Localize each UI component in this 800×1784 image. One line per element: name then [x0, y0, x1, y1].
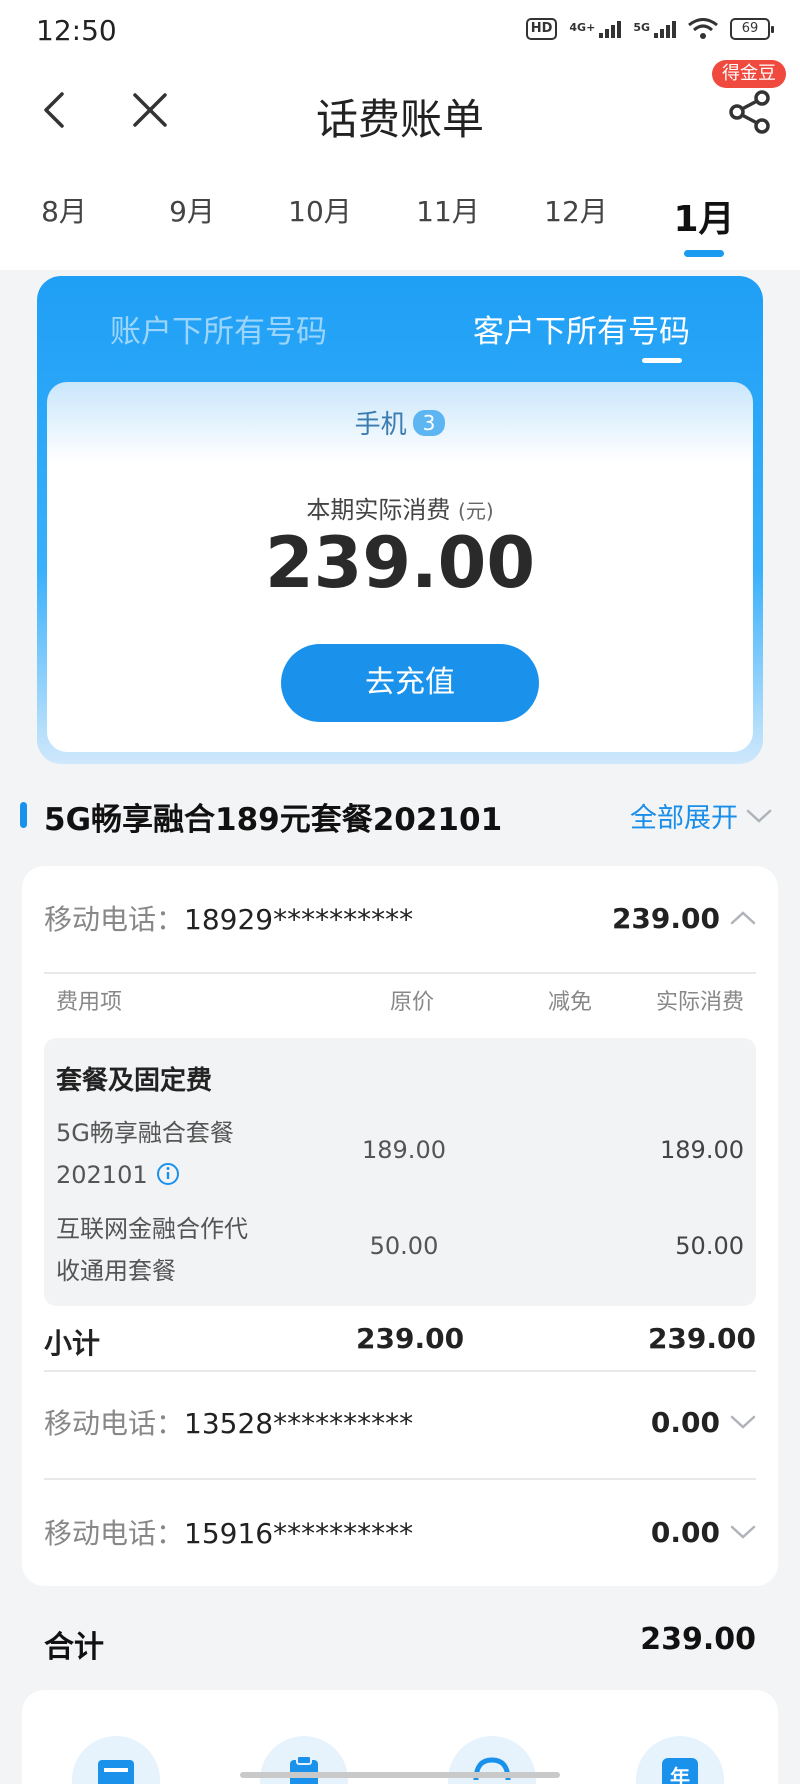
- recharge-button[interactable]: 去充值: [281, 644, 539, 722]
- status-time: 12:50: [36, 14, 117, 47]
- line-row[interactable]: 移动电话：13528********** 0.00: [44, 1374, 756, 1470]
- expand-all-button[interactable]: 全部展开: [630, 796, 772, 835]
- bill-summary-card: 账户下所有号码 客户下所有号码 手机 3 本期实际消费 (元) 239.00 去充…: [37, 276, 763, 764]
- bill-icon[interactable]: [72, 1736, 160, 1784]
- plan-accent-bar: [20, 802, 27, 828]
- device-label: 手机: [354, 410, 407, 440]
- home-indicator: [240, 1772, 560, 1778]
- page-title: 话费账单: [315, 95, 484, 144]
- amount-unit: (元): [458, 499, 494, 523]
- line-number: 18929**********: [184, 903, 414, 936]
- device-count-badge: 3: [412, 410, 446, 436]
- chevron-up-icon: [730, 911, 756, 925]
- divider: [44, 1478, 756, 1480]
- hd-icon: HD: [525, 18, 558, 40]
- line-amount: 239.00: [611, 901, 720, 935]
- line-number: 15916**********: [184, 1517, 414, 1550]
- total-row: 合计 239.00: [44, 1618, 756, 1666]
- line-amount: 0.00: [650, 1405, 720, 1439]
- line-row[interactable]: 移动电话：15916********** 0.00: [44, 1484, 756, 1580]
- annual-icon[interactable]: 年: [636, 1736, 724, 1784]
- chevron-down-icon: [730, 1415, 756, 1429]
- expand-all-label: 全部展开: [630, 803, 738, 834]
- month-tab[interactable]: 10月: [256, 190, 384, 260]
- month-tabs: 8月 9月 10月 11月 12月 1月: [0, 190, 800, 260]
- month-tab[interactable]: 9月: [128, 190, 256, 260]
- line-label: 移动电话：: [44, 1517, 185, 1550]
- amount-panel: 手机 3 本期实际消费 (元) 239.00 去充值: [47, 382, 753, 752]
- col-discount: 减免: [548, 990, 593, 1015]
- status-icons: HD 4G+ 5G 69: [525, 18, 774, 40]
- col-item: 费用项: [56, 990, 123, 1015]
- subtotal-row: 小计 239.00 239.00: [44, 1318, 756, 1362]
- month-tab-active[interactable]: 1月: [640, 190, 768, 260]
- fee-item-actual: 50.00: [675, 1232, 744, 1260]
- fee-item-name: 互联网金融合作代 收通用套餐: [56, 1215, 248, 1285]
- subtotal-actual: 239.00: [647, 1322, 756, 1355]
- tab-customer-numbers[interactable]: 客户下所有号码: [400, 306, 763, 366]
- line-number: 13528**********: [184, 1407, 414, 1440]
- divider: [44, 972, 756, 974]
- amount-label: 本期实际消费 (元): [306, 496, 494, 524]
- total-label: 合计: [44, 1630, 104, 1665]
- fee-category: 套餐及固定费: [56, 1066, 213, 1096]
- line-row-expanded[interactable]: 移动电话：18929********** 239.00: [44, 870, 756, 966]
- tab-account-numbers[interactable]: 账户下所有号码: [37, 306, 400, 366]
- line-amount: 0.00: [650, 1515, 720, 1549]
- line-label: 移动电话：: [44, 903, 185, 936]
- signal-5g-icon: 5G: [633, 20, 676, 38]
- columns-header: 费用项 原价 减免 实际消费: [44, 978, 756, 1018]
- amount-value: 239.00: [264, 522, 536, 604]
- info-icon[interactable]: [156, 1162, 180, 1186]
- battery-icon: 69: [730, 18, 774, 40]
- subtotal-label: 小计: [44, 1327, 101, 1360]
- device-row: 手机 3: [47, 404, 753, 441]
- fee-item-original: 189.00: [362, 1136, 446, 1164]
- fee-detail-box: 套餐及固定费 5G畅享融合套餐 202101 189.00 189.00 互联网…: [44, 1038, 756, 1306]
- month-tab[interactable]: 11月: [384, 190, 512, 260]
- line-label: 移动电话：: [44, 1407, 185, 1440]
- plan-title: 5G畅享融合189元套餐202101: [44, 802, 503, 838]
- chevron-down-icon: [730, 1525, 756, 1539]
- quick-actions-card: 年: [22, 1690, 778, 1784]
- fee-item-actual: 189.00: [660, 1136, 744, 1164]
- scope-tabs: 账户下所有号码 客户下所有号码: [37, 306, 763, 366]
- month-tab[interactable]: 8月: [0, 190, 128, 260]
- bill-detail-card: 移动电话：18929********** 239.00 费用项 原价 减免 实际…: [22, 866, 778, 1586]
- signal-4g-icon: 4G+: [569, 20, 622, 38]
- total-amount: 239.00: [640, 1622, 756, 1657]
- gold-bean-badge[interactable]: 得金豆: [712, 60, 786, 88]
- divider: [44, 1370, 756, 1372]
- col-actual: 实际消费: [655, 990, 744, 1015]
- fee-item-original: 50.00: [369, 1232, 439, 1260]
- subtotal-original: 239.00: [356, 1322, 465, 1355]
- col-original: 原价: [390, 990, 435, 1015]
- month-tab[interactable]: 12月: [512, 190, 640, 260]
- chevron-down-icon: [746, 809, 772, 823]
- annual-text: 年: [670, 1765, 690, 1784]
- share-icon[interactable]: [728, 90, 772, 134]
- wifi-icon: [688, 18, 718, 39]
- fee-item-name: 5G畅享融合套餐 202101: [56, 1119, 234, 1189]
